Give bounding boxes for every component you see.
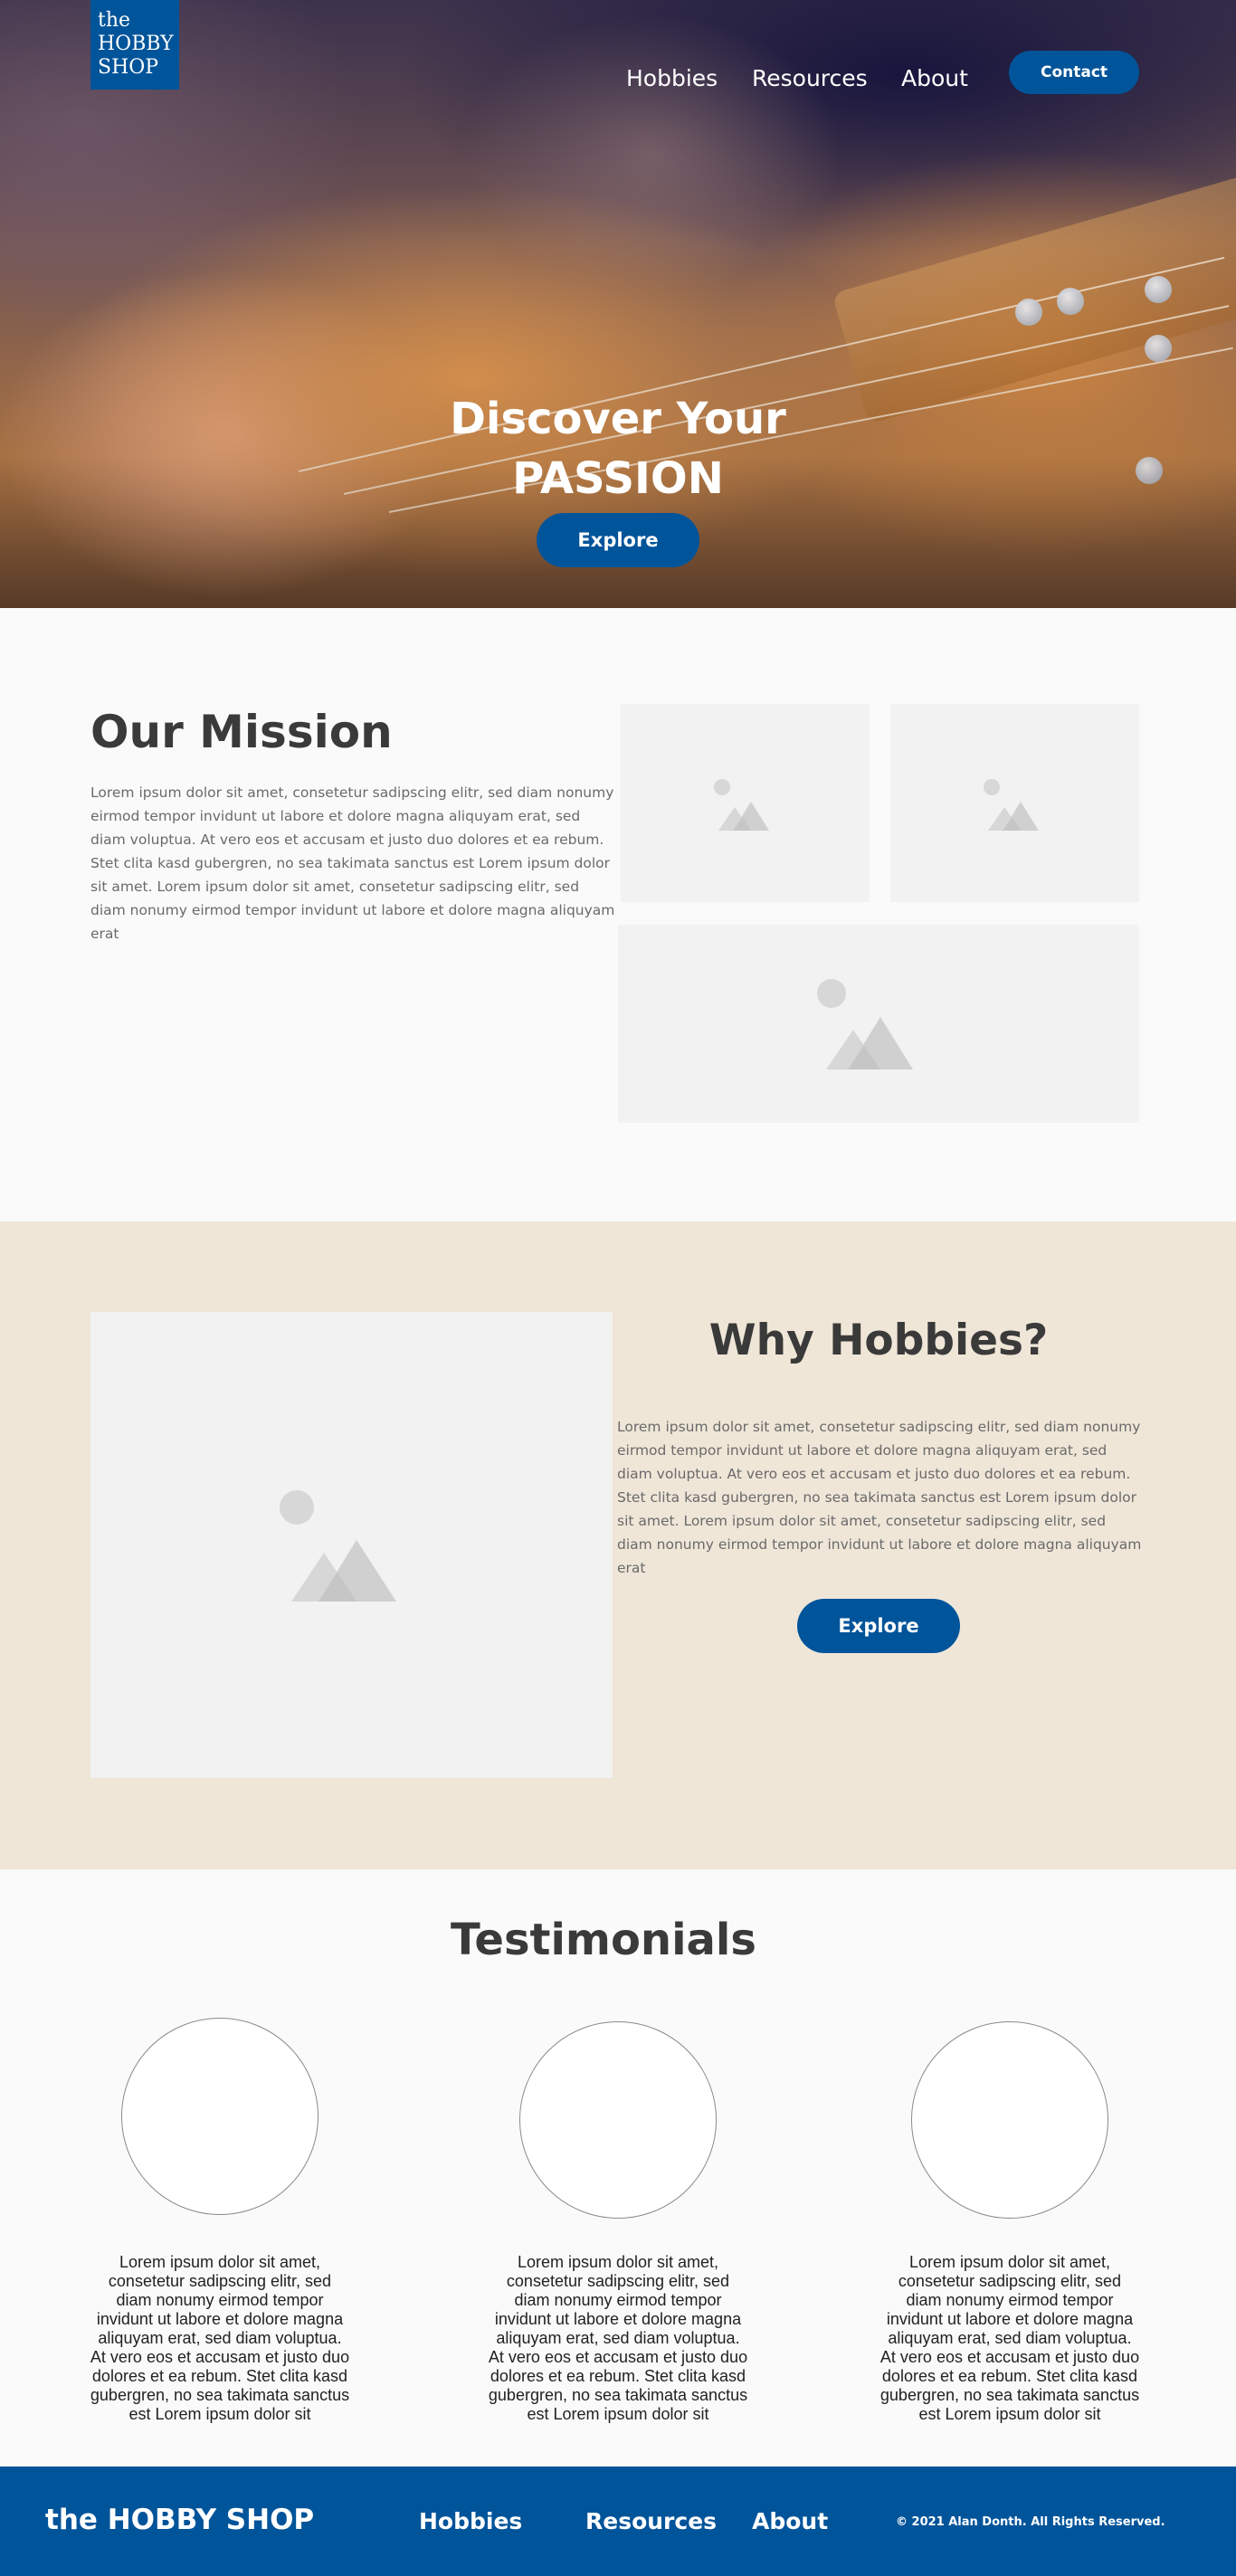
hero-title: Discover Your PASSION xyxy=(347,389,889,509)
mission-body: Lorem ipsum dolor sit amet, consetetur s… xyxy=(90,784,615,942)
avatar xyxy=(519,2021,717,2219)
why-hobbies-image xyxy=(90,1312,613,1778)
testimonials-title: Testimonials xyxy=(451,1915,756,1965)
image-placeholder-icon xyxy=(984,779,1039,831)
logo-line-3: SHOP xyxy=(98,56,159,79)
logo-line-2: HOBBY xyxy=(98,33,174,55)
testimonial-quote-3: Lorem ipsum dolor sit amet, consetetur s… xyxy=(879,2253,1140,2423)
logo-line-1: the xyxy=(98,9,131,32)
avatar xyxy=(121,2018,319,2215)
avatar xyxy=(911,2021,1108,2219)
testimonials-section: Testimonials Lorem ipsum dolor sit amet,… xyxy=(0,1869,1236,2467)
image-placeholder-icon xyxy=(817,979,913,1069)
copyright-text: © 2021 Alan Donth. All Rights Reserved. xyxy=(896,2515,1165,2529)
testimonial-quote-1: Lorem ipsum dolor sit amet, consetetur s… xyxy=(90,2253,350,2423)
nav-link-about[interactable]: About xyxy=(901,65,968,91)
image-placeholder-icon xyxy=(280,1490,396,1602)
why-hobbies-explore-button[interactable]: Explore xyxy=(797,1599,960,1653)
why-hobbies-title: Why Hobbies? xyxy=(708,1316,1049,1365)
contact-button[interactable]: Contact xyxy=(1009,51,1139,94)
hero-title-line-2: PASSION xyxy=(512,453,724,504)
nav-link-hobbies[interactable]: Hobbies xyxy=(626,65,718,91)
testimonial-quote-2: Lorem ipsum dolor sit amet, consetetur s… xyxy=(488,2253,748,2423)
hero-title-line-1: Discover Your xyxy=(450,394,786,444)
why-hobbies-body: Lorem ipsum dolor sit amet, consetetur s… xyxy=(617,1419,1142,1576)
footer-link-hobbies[interactable]: Hobbies xyxy=(419,2508,522,2534)
footer-link-about[interactable]: About xyxy=(752,2508,828,2534)
image-placeholder-icon xyxy=(714,779,769,831)
hero-explore-button[interactable]: Explore xyxy=(537,513,699,567)
logo[interactable]: the HOBBY SHOP xyxy=(90,0,179,90)
footer-brand[interactable]: the HOBBY SHOP xyxy=(45,2504,314,2536)
hero-section: the HOBBY SHOP Hobbies Resources About C… xyxy=(0,0,1236,608)
mission-image-2 xyxy=(890,704,1139,902)
mission-title: Our Mission xyxy=(90,706,393,758)
mission-image-1 xyxy=(621,704,870,902)
mission-section: Our Mission Lorem ipsum dolor sit amet, … xyxy=(0,608,1236,1221)
footer-link-resources[interactable]: Resources xyxy=(585,2508,717,2534)
footer: the HOBBY SHOP Hobbies Resources About ©… xyxy=(0,2467,1236,2576)
why-hobbies-section: Why Hobbies? Lorem ipsum dolor sit amet,… xyxy=(0,1221,1236,1869)
mission-image-3 xyxy=(618,925,1139,1123)
nav-link-resources[interactable]: Resources xyxy=(752,65,868,91)
